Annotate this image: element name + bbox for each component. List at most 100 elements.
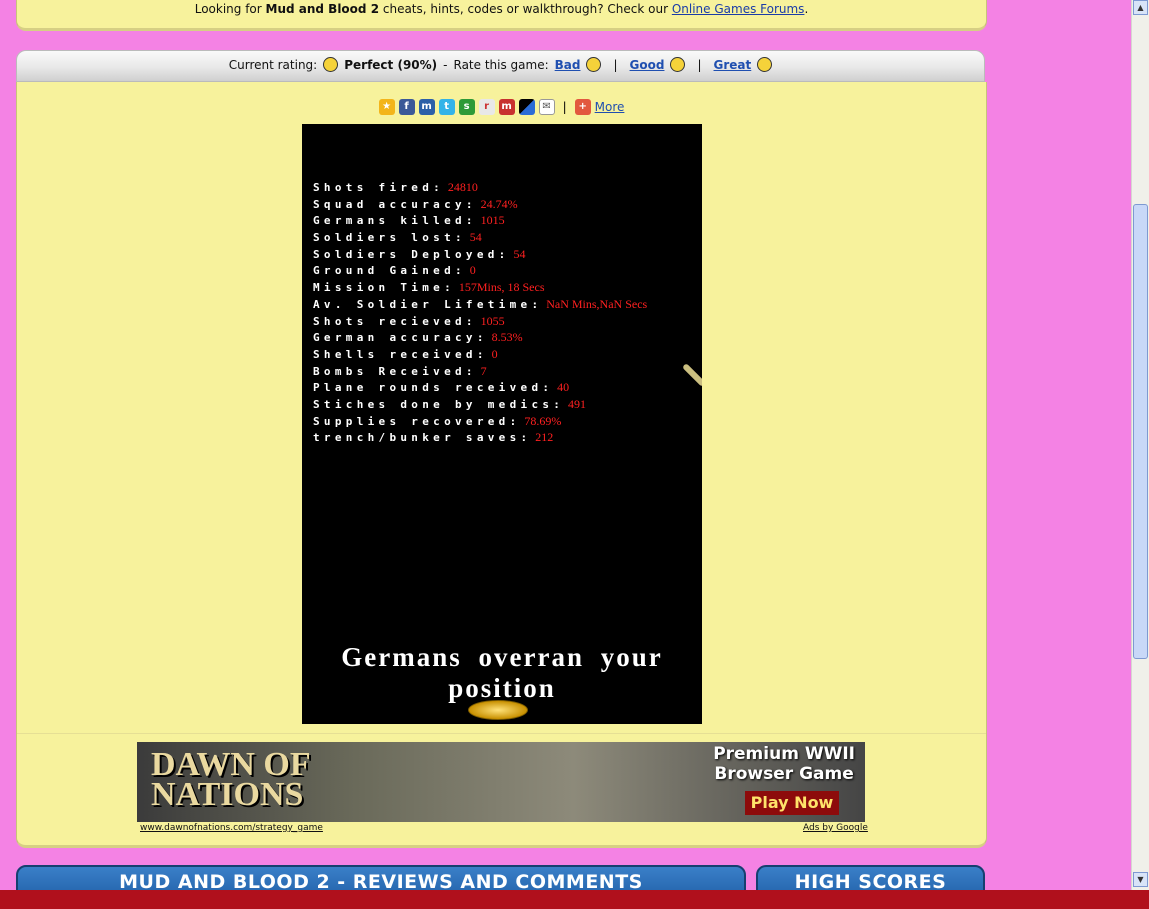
vertical-scrollbar[interactable]: ▲ ▼	[1131, 0, 1149, 890]
continue-button[interactable]	[468, 700, 528, 720]
scroll-thumb[interactable]	[1133, 204, 1148, 659]
ads-by-google-link[interactable]: Ads by Google	[803, 823, 868, 833]
stat-row: Mission Time: 157Mins, 18 Secs	[313, 280, 647, 297]
stat-value: 24810	[447, 180, 478, 194]
share-toolbar: ★ f m t s r m ✉ | + More	[17, 99, 986, 115]
frown-face-icon[interactable]	[586, 57, 602, 72]
stat-value: 1055	[480, 313, 505, 328]
ad-url-link[interactable]: www.dawnofnations.com/strategy_game	[140, 823, 323, 833]
stat-value: NaN Mins,NaN Secs	[546, 296, 648, 311]
rate-great-link[interactable]: Great	[714, 58, 752, 72]
facebook-icon[interactable]: f	[398, 99, 415, 115]
ad-tagline: Premium WWII Browser Game	[713, 744, 855, 784]
stat-label: Squad accuracy:	[313, 197, 477, 211]
ad-play-now-button[interactable]: Play Now	[745, 791, 839, 815]
ad-logo: DAWN OF NATIONS	[151, 748, 311, 813]
stat-label: Supplies recovered:	[313, 414, 521, 428]
forums-link[interactable]: Online Games Forums	[672, 2, 805, 16]
stat-row: Shots recieved: 1055	[313, 314, 647, 331]
stat-row: trench/bunker saves: 212	[313, 430, 647, 447]
stat-label: Soldiers Deployed:	[313, 247, 510, 261]
stat-label: Stiches done by medics:	[313, 397, 565, 411]
ad-logo-line2: NATIONS	[151, 776, 304, 813]
stat-row: Soldiers Deployed: 54	[313, 247, 647, 264]
stat-row: Soldiers lost: 54	[313, 230, 647, 247]
notice-middle: cheats, hints, codes or walkthrough? Che…	[379, 2, 672, 16]
stat-row: Squad accuracy: 24.74%	[313, 197, 647, 214]
delicious-icon[interactable]	[518, 99, 535, 115]
stat-value: 1015	[480, 213, 505, 228]
stat-value: 491	[568, 396, 587, 411]
stat-row: Plane rounds received: 40	[313, 380, 647, 397]
stat-row: Av. Soldier Lifetime: NaN Mins,NaN Secs	[313, 297, 647, 314]
mission-stats: Shots fired: 24810 Squad accuracy: 24.74%…	[313, 180, 647, 447]
laughing-face-icon	[323, 57, 339, 72]
stat-row: Shots fired: 24810	[313, 180, 647, 197]
favorite-icon[interactable]: ★	[378, 99, 395, 115]
rate-good-link[interactable]: Good	[630, 58, 665, 72]
share-more-link[interactable]: More	[595, 100, 625, 114]
stat-value: 54	[469, 230, 482, 245]
stat-label: Shots fired:	[313, 181, 445, 194]
stat-label: German accuracy:	[313, 331, 488, 345]
rating-separator: |	[697, 57, 702, 72]
stat-value: 212	[535, 430, 554, 445]
dawn-of-nations-banner[interactable]: DAWN OF NATIONS Premium WWII Browser Gam…	[137, 742, 865, 822]
stat-value: 0	[491, 346, 498, 361]
email-icon[interactable]: ✉	[538, 99, 555, 115]
stat-label: Shells received:	[313, 347, 488, 361]
bullet-graphic	[681, 362, 702, 388]
stat-value: 0	[469, 263, 476, 278]
share-separator: |	[562, 100, 567, 114]
stat-label: Shots recieved:	[313, 314, 477, 328]
stat-value: 157Mins, 18 Secs	[458, 280, 545, 295]
stat-row: Shells received: 0	[313, 347, 647, 364]
scroll-up-arrow-icon[interactable]: ▲	[1133, 0, 1148, 15]
game-canvas[interactable]: Shots fired: 24810 Squad accuracy: 24.74%…	[302, 124, 702, 724]
stat-label: Bombs Received:	[313, 364, 477, 378]
bottom-strip	[0, 890, 1149, 909]
forum-notice-text: Looking for Mud and Blood 2 cheats, hint…	[17, 2, 986, 16]
notice-prefix: Looking for	[194, 2, 266, 16]
stat-value: 78.69%	[524, 413, 562, 428]
rating-separator: |	[613, 57, 618, 72]
stat-row: Ground Gained: 0	[313, 263, 647, 280]
stat-label: Plane rounds received:	[313, 381, 554, 395]
myspace-icon[interactable]: m	[418, 99, 435, 115]
rate-bad-link[interactable]: Bad	[555, 58, 581, 72]
stat-value: 8.53%	[491, 330, 523, 345]
game-panel: ★ f m t s r m ✉ | + More Shots fired: 24…	[16, 82, 987, 848]
stat-value: 7	[480, 363, 487, 378]
stat-label: Ground Gained:	[313, 264, 466, 278]
ad-tagline-line1: Premium WWII	[713, 744, 855, 764]
rate-this-game-label: Rate this game:	[453, 57, 549, 72]
more-plus-icon[interactable]: +	[574, 99, 591, 115]
stat-row: Germans killed: 1015	[313, 213, 647, 230]
cool-face-icon[interactable]	[670, 57, 686, 72]
rating-bar: Current rating: Perfect (90%) - Rate thi…	[16, 50, 985, 82]
stat-row: Supplies recovered: 78.69%	[313, 414, 647, 431]
stat-value: 24.74%	[480, 196, 518, 211]
stumbleupon-icon[interactable]: s	[458, 99, 475, 115]
notice-suffix: .	[804, 2, 809, 16]
twitter-icon[interactable]: t	[438, 99, 455, 115]
rating-dash: -	[443, 57, 448, 72]
mixx-icon[interactable]: m	[498, 99, 515, 115]
stat-row: Stiches done by medics: 491	[313, 397, 647, 414]
ad-divider	[17, 733, 986, 734]
stat-value: 54	[513, 246, 526, 261]
current-rating-value: Perfect (90%)	[344, 57, 438, 72]
stat-label: Germans killed:	[313, 214, 477, 228]
scroll-down-arrow-icon[interactable]: ▼	[1133, 872, 1148, 887]
game-over-text: Germans overran your position	[341, 642, 663, 703]
notice-game-name: Mud and Blood 2	[265, 2, 380, 16]
ad-tagline-line2: Browser Game	[714, 764, 854, 784]
forum-notice-panel: Looking for Mud and Blood 2 cheats, hint…	[16, 0, 987, 31]
cheering-face-icon[interactable]	[757, 57, 773, 72]
stat-label: Soldiers lost:	[313, 231, 466, 245]
stat-label: Mission Time:	[313, 281, 455, 295]
stat-row: German accuracy: 8.53%	[313, 330, 647, 347]
current-rating-label: Current rating:	[228, 57, 318, 72]
stat-label: Av. Soldier Lifetime:	[313, 297, 543, 311]
reddit-icon[interactable]: r	[478, 99, 495, 115]
